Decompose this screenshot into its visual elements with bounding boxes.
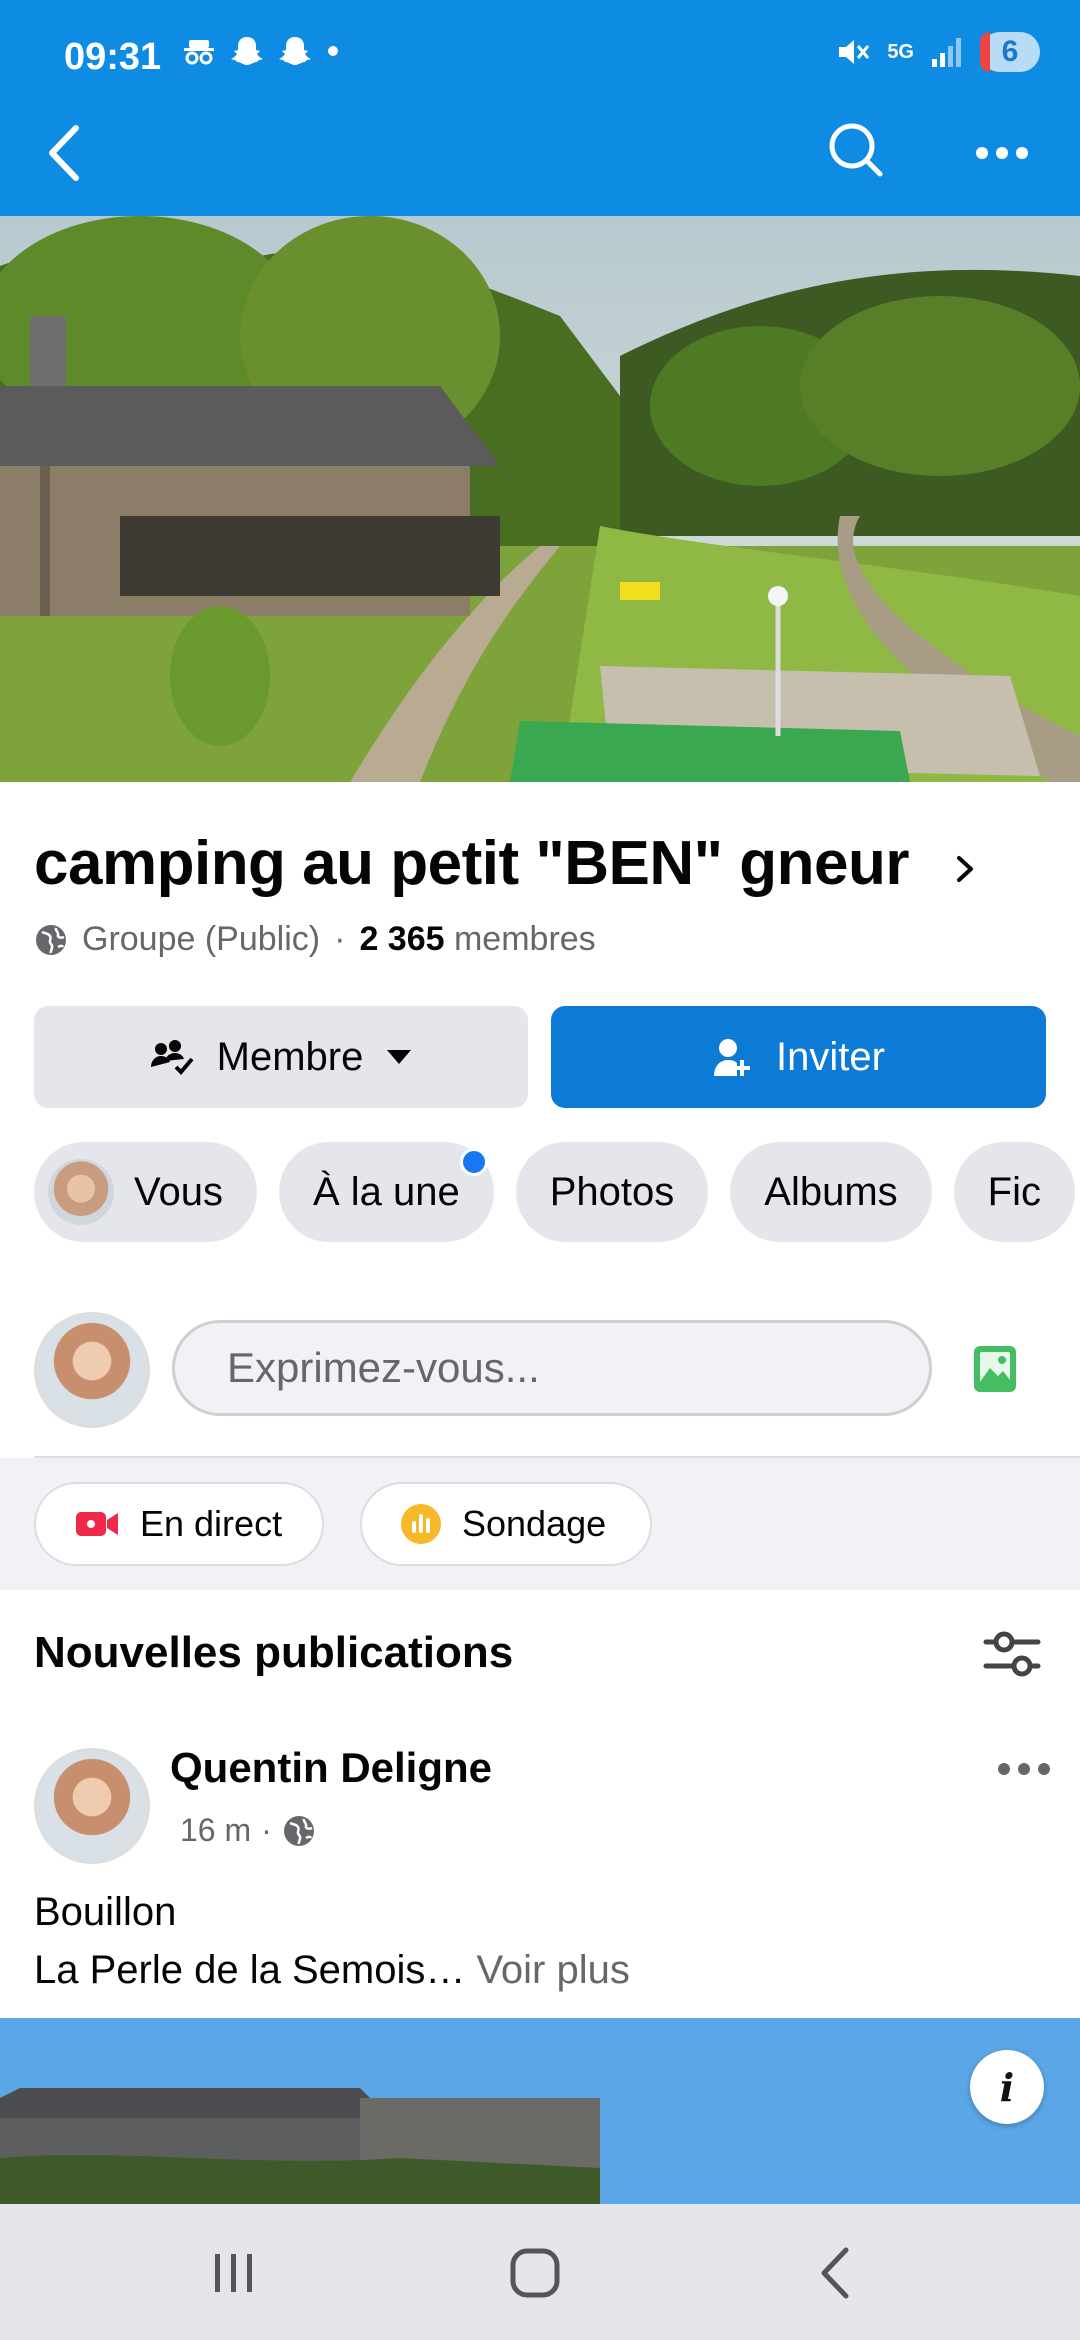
post-text-line: Bouillon [34,1890,177,1934]
feed-title: Nouvelles publications [34,1628,514,1677]
recent-apps-icon[interactable] [198,2238,268,2308]
incognito-icon [184,40,214,65]
tab-albums[interactable]: Albums [730,1142,932,1242]
network-type: 5G [887,41,914,63]
post-text-excerpt: La Perle de la Semois… [34,1948,466,1992]
post-image[interactable] [0,2018,1080,2204]
see-more-link[interactable]: Voir plus [476,1948,629,1992]
search-icon[interactable] [826,120,886,180]
post-time[interactable]: 16 m [180,1812,251,1849]
tab-label: À la une [312,1169,460,1214]
post-text-line: La Perle de la Semois… Voir plus [34,1948,630,1993]
live-video-button[interactable]: En direct [34,1482,324,1566]
notification-dot [459,1148,488,1176]
info-button[interactable]: i [970,2050,1044,2124]
group-privacy: Groupe (Public) [82,920,321,958]
app-header: 09:31 5G 6 [0,0,1080,216]
post-author[interactable]: Quentin Deligne [170,1744,492,1792]
snapchat-icon [279,37,311,65]
globe-icon [283,1815,314,1846]
meta-separator: · [261,1812,272,1848]
poll-button[interactable]: Sondage [360,1482,652,1566]
composer-input[interactable]: Exprimez-vous... [172,1320,932,1416]
poll-label: Sondage [462,1503,607,1544]
member-count-wrap: 2 365 membres [359,920,595,959]
tab-label: Albums [764,1169,898,1214]
group-tabs: Vous À la une Photos Albums Fic [34,1142,1075,1242]
members-label: membres [453,920,596,958]
post-meta: 16 m · [180,1812,316,1849]
poll-icon [401,1504,441,1544]
tab-label: Fic [987,1169,1041,1214]
live-video-label: En direct [140,1503,283,1544]
status-system-icons: 5G 6 [835,32,1040,72]
invite-button-label: Inviter [776,1034,885,1079]
back-icon[interactable] [802,2238,872,2308]
meta-separator: · [334,920,346,958]
tab-files[interactable]: Fic [953,1142,1075,1242]
signal-icon [932,38,961,67]
status-time: 09:31 [64,36,162,78]
cover-image [0,216,1080,782]
caret-down-icon [387,1050,412,1064]
live-video-icon [76,1512,118,1536]
photo-icon[interactable] [972,1340,1018,1396]
dot-icon [328,46,338,56]
tab-photos[interactable]: Photos [515,1142,709,1242]
back-arrow-icon[interactable] [40,118,94,188]
invite-button[interactable]: Inviter [551,1006,1046,1108]
snapchat-icon [231,37,263,65]
tab-featured[interactable]: À la une [278,1142,494,1242]
avatar [48,1159,114,1225]
more-icon[interactable] [972,138,1032,168]
home-icon[interactable] [500,2238,570,2308]
group-cover-photo[interactable] [0,216,1080,782]
post-image-graphic [0,2018,1080,2204]
member-button[interactable]: Membre [34,1006,528,1108]
member-button-label: Membre [216,1034,364,1079]
mute-icon [839,40,870,64]
globe-icon [36,924,66,955]
avatar[interactable] [34,1748,150,1864]
add-person-icon [714,1039,751,1076]
tab-label: Vous [134,1169,223,1214]
member-count[interactable]: 2 365 [359,920,444,958]
tab-label: Photos [549,1169,675,1214]
chevron-right-icon[interactable] [950,852,980,886]
group-meta: Groupe (Public) · 2 365 membres [34,920,596,959]
filter-icon[interactable] [982,1626,1042,1682]
tab-you[interactable]: Vous [34,1142,257,1242]
avatar[interactable] [34,1312,150,1428]
more-icon[interactable] [994,1758,1054,1780]
group-name[interactable]: camping au petit "BEN" gneur [34,828,909,899]
status-notification-icons [182,34,340,68]
members-icon [150,1040,194,1075]
battery-indicator: 6 [980,32,1040,72]
